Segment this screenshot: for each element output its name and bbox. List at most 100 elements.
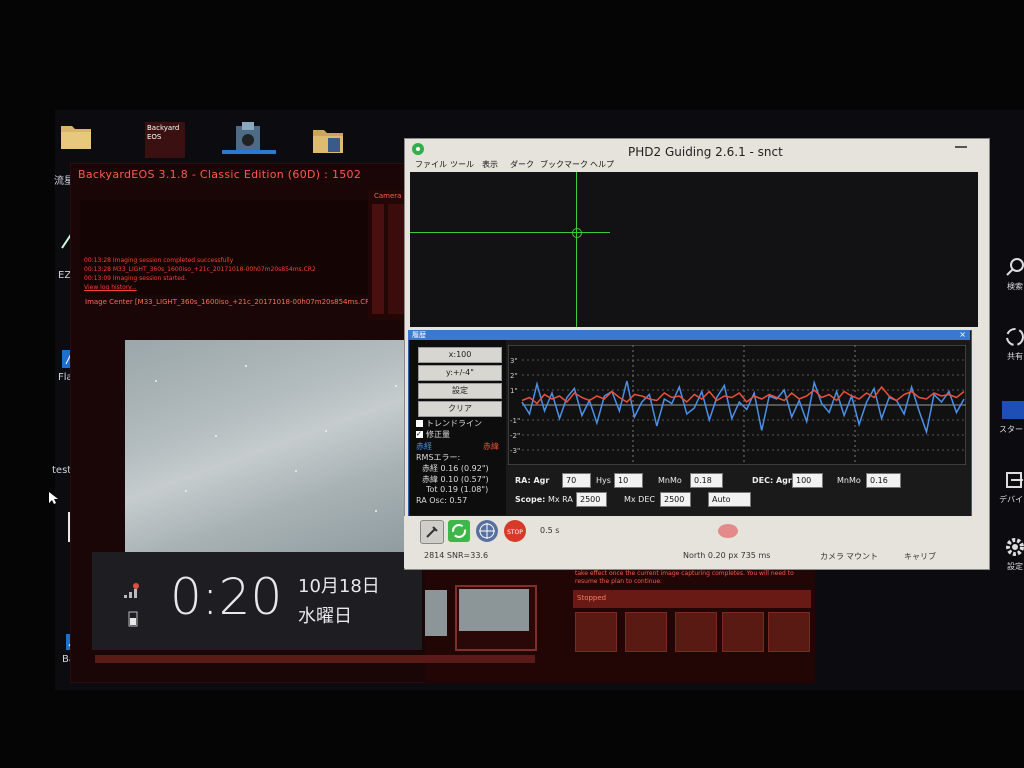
search-icon xyxy=(1006,258,1024,276)
plot-y-tick-label: -2" xyxy=(510,432,520,440)
menu-file[interactable]: ファイル xyxy=(415,159,447,170)
windows-start-icon xyxy=(1002,401,1024,419)
guide-button[interactable] xyxy=(476,520,498,542)
charm-search[interactable]: 検索 xyxy=(993,255,1024,292)
trendline-label: トレンドライン xyxy=(426,419,482,428)
devices-icon xyxy=(1006,472,1023,488)
menu-bookmarks[interactable]: ブックマーク xyxy=(540,159,588,170)
eos-thumbnail-prev[interactable] xyxy=(425,590,447,636)
star xyxy=(215,435,217,437)
eos-action-button[interactable] xyxy=(722,612,764,652)
eos-progress-bar xyxy=(95,655,535,663)
dec-mode-select[interactable]: Auto xyxy=(708,492,751,507)
eos-side-button[interactable] xyxy=(372,204,384,314)
lock-clock-date: 10月18日 xyxy=(298,576,380,597)
stop-button[interactable]: STOP xyxy=(504,520,526,542)
guide-graph-titlebar: 履歴 × xyxy=(408,330,970,340)
eos-camera-label: Camera xyxy=(374,192,402,200)
charm-label-share: 共有 xyxy=(1007,352,1023,361)
eos-thumbnail-image xyxy=(459,589,529,631)
star xyxy=(295,470,297,472)
eos-action-button[interactable] xyxy=(625,612,667,652)
folder-icon-2[interactable] xyxy=(310,122,346,158)
eos-status-bar: Stopped xyxy=(573,590,811,608)
charm-label-settings: 設定 xyxy=(1007,562,1023,571)
status-star-snr: 2814 SNR=33.6 xyxy=(424,551,489,560)
charm-devices[interactable]: デバイス xyxy=(993,468,1024,505)
star xyxy=(325,430,327,432)
graph-y-scale-button[interactable]: y:+/-4" xyxy=(418,365,502,381)
dec-legend-label: 赤緯 xyxy=(483,442,499,451)
plot-y-tick-label: 3" xyxy=(510,357,518,365)
eos-camera-panel: Camera xyxy=(368,190,408,320)
gear-icon xyxy=(1006,538,1024,556)
status-calibration: キャリブ xyxy=(904,552,936,561)
charm-settings[interactable]: 設定 xyxy=(993,535,1024,572)
minimize-button[interactable] xyxy=(955,146,967,148)
guide-graph-title: 履歴 xyxy=(412,331,426,339)
guide-camera-view[interactable] xyxy=(410,172,978,327)
telescope-app-icon[interactable] xyxy=(222,122,276,158)
menu-help[interactable]: ヘルプ xyxy=(590,159,614,170)
charm-start[interactable]: スタート xyxy=(993,398,1024,435)
ra-agr-label: RA: Agr xyxy=(515,476,550,485)
eos-image-preview xyxy=(125,340,425,552)
phd2-window-title: PHD2 Guiding 2.6.1 - snct xyxy=(628,145,783,159)
correction-checkbox[interactable]: ✓ xyxy=(416,431,423,438)
charm-label-devices: デバイス xyxy=(999,495,1024,504)
folder-icon[interactable] xyxy=(58,118,94,154)
eos-log-history-link[interactable]: View log history... xyxy=(84,284,137,291)
eos-side-button[interactable] xyxy=(388,204,404,314)
charm-share[interactable]: 共有 xyxy=(993,325,1024,362)
menu-tools[interactable]: ツール xyxy=(450,159,474,170)
menu-darks[interactable]: ダーク xyxy=(510,159,534,170)
backyard-eos-icon-text: Backyard EOS xyxy=(147,124,180,141)
lock-clock-time: 0:20 xyxy=(170,568,283,626)
eos-action-button[interactable] xyxy=(768,612,810,652)
mx-ra-input[interactable]: 2500 xyxy=(576,492,607,507)
exposure-select[interactable]: 0.5 s xyxy=(540,526,559,535)
eos-status-text: Stopped xyxy=(577,594,607,602)
backyard-eos-icon[interactable]: Backyard EOS xyxy=(145,122,185,158)
graph-x-scale-button[interactable]: x:100 xyxy=(418,347,502,363)
hys-input[interactable]: 10 xyxy=(614,473,643,488)
dec-mnmo-input[interactable]: 0.16 xyxy=(866,473,901,488)
mouse-cursor-icon xyxy=(48,490,60,504)
brain-icon[interactable] xyxy=(716,522,740,540)
mx-ra-label: Mx RA xyxy=(548,495,573,504)
graph-settings-button[interactable]: 設定 xyxy=(418,383,502,399)
crosshair-vertical xyxy=(576,172,577,327)
graph-clear-button[interactable]: クリア xyxy=(418,401,502,417)
eos-log-line: 00:13:09 Imaging session started. xyxy=(84,275,187,282)
eos-action-button[interactable] xyxy=(575,612,617,652)
rms-dec: 赤緯 0.10 (0.57") xyxy=(422,475,489,484)
eos-log-line: 00:13:28 Imaging session completed succe… xyxy=(84,257,234,264)
mx-dec-input[interactable]: 2500 xyxy=(660,492,691,507)
share-icon xyxy=(1006,328,1024,346)
connect-button[interactable] xyxy=(420,520,444,544)
ra-mnmo-input[interactable]: 0.18 xyxy=(690,473,723,488)
dec-mnmo-label: MnMo xyxy=(837,476,861,485)
svg-text:STOP: STOP xyxy=(507,529,523,536)
ra-agr-input[interactable]: 70 xyxy=(562,473,591,488)
eos-image-center-label: Image Center [M33_LIGHT_360s_1600iso_+21… xyxy=(85,298,378,306)
guide-graph-plot: 3" 2" 1" -1" -2" -3" xyxy=(508,345,966,465)
menu-view[interactable]: 表示 xyxy=(482,159,498,170)
star xyxy=(375,510,377,512)
plot-y-tick-label: -3" xyxy=(510,447,520,455)
plot-y-tick-label: -1" xyxy=(510,417,520,425)
loop-button[interactable] xyxy=(448,520,470,542)
trendline-checkbox[interactable] xyxy=(416,420,423,427)
dec-agr-input[interactable]: 100 xyxy=(792,473,823,488)
plot-y-tick-label: 2" xyxy=(510,372,518,380)
ra-mnmo-label: MnMo xyxy=(658,476,682,485)
status-camera: カメラ xyxy=(820,552,844,561)
star xyxy=(245,365,247,367)
lock-clock-day: 水曜日 xyxy=(298,606,352,627)
eos-action-button[interactable] xyxy=(675,612,717,652)
stop-icon: STOP xyxy=(507,529,523,536)
ra-legend-label: 赤経 xyxy=(416,442,432,451)
plot-y-tick-label: 1" xyxy=(510,387,518,395)
target-icon xyxy=(479,523,495,539)
close-icon[interactable]: × xyxy=(959,330,966,340)
